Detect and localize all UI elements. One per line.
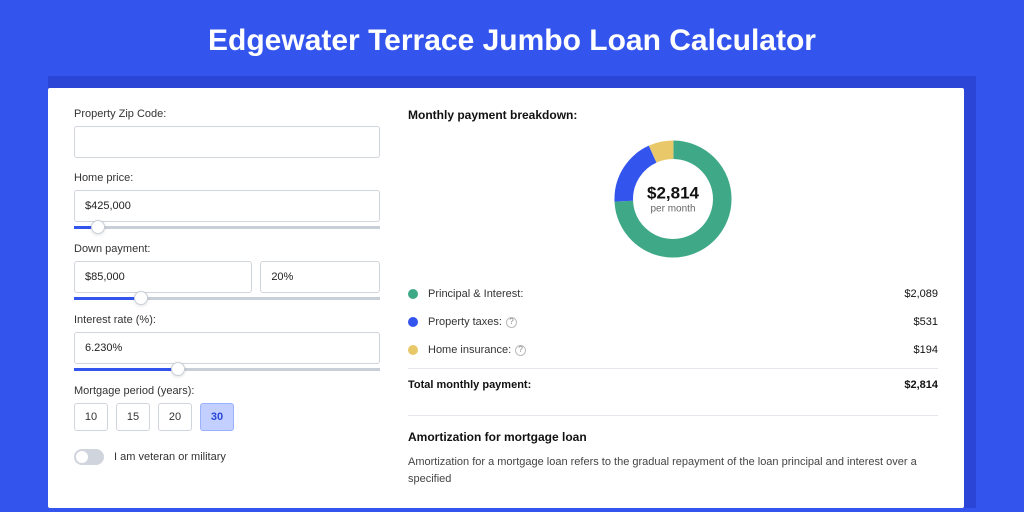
donut-center: $2,814 per month	[647, 184, 699, 215]
home-price-slider[interactable]	[74, 226, 380, 229]
home-price-label: Home price:	[74, 172, 380, 184]
down-payment-group: Down payment:	[74, 243, 380, 300]
interest-label: Interest rate (%):	[74, 314, 380, 326]
card-shadow: Property Zip Code: Home price: Down paym…	[48, 76, 976, 508]
donut-chart: $2,814 per month	[408, 134, 938, 264]
breakdown-row-insurance: Home insurance: ? $194	[408, 336, 938, 364]
breakdown-value: $531	[914, 316, 938, 328]
total-value: $2,814	[904, 379, 938, 391]
down-payment-slider-thumb[interactable]	[134, 291, 148, 305]
interest-group: Interest rate (%):	[74, 314, 380, 371]
period-group: Mortgage period (years): 10 15 20 30	[74, 385, 380, 431]
dot-icon	[408, 289, 418, 299]
donut-amount: $2,814	[647, 184, 699, 204]
period-option-10[interactable]: 10	[74, 403, 108, 431]
period-label: Mortgage period (years):	[74, 385, 380, 397]
period-option-15[interactable]: 15	[116, 403, 150, 431]
dot-icon	[408, 317, 418, 327]
info-icon[interactable]: ?	[515, 345, 526, 356]
breakdown-row-taxes: Property taxes: ? $531	[408, 308, 938, 336]
breakdown-label: Principal & Interest:	[428, 288, 904, 300]
interest-input[interactable]	[74, 332, 380, 364]
zip-label: Property Zip Code:	[74, 108, 380, 120]
interest-slider-thumb[interactable]	[171, 362, 185, 376]
home-price-input[interactable]	[74, 190, 380, 222]
amortization-text: Amortization for a mortgage loan refers …	[408, 454, 938, 487]
interest-slider[interactable]	[74, 368, 380, 371]
home-price-group: Home price:	[74, 172, 380, 229]
down-payment-amount-input[interactable]	[74, 261, 252, 293]
down-payment-percent-input[interactable]	[260, 261, 380, 293]
zip-input[interactable]	[74, 126, 380, 158]
period-option-20[interactable]: 20	[158, 403, 192, 431]
down-payment-label: Down payment:	[74, 243, 380, 255]
breakdown-title: Monthly payment breakdown:	[408, 108, 938, 122]
down-payment-slider[interactable]	[74, 297, 380, 300]
amortization-section: Amortization for mortgage loan Amortizat…	[408, 415, 938, 487]
calculator-card: Property Zip Code: Home price: Down paym…	[48, 88, 964, 508]
breakdown-row-principal: Principal & Interest: $2,089	[408, 280, 938, 308]
form-panel: Property Zip Code: Home price: Down paym…	[48, 88, 398, 508]
period-options: 10 15 20 30	[74, 403, 380, 431]
breakdown-value: $2,089	[904, 288, 938, 300]
veteran-toggle-knob	[76, 451, 88, 463]
breakdown-label: Property taxes: ?	[428, 316, 914, 328]
page-title: Edgewater Terrace Jumbo Loan Calculator	[0, 0, 1024, 76]
amortization-title: Amortization for mortgage loan	[408, 430, 938, 444]
total-label: Total monthly payment:	[408, 379, 904, 391]
breakdown-value: $194	[914, 344, 938, 356]
veteran-toggle[interactable]	[74, 449, 104, 465]
dot-icon	[408, 345, 418, 355]
veteran-label: I am veteran or military	[114, 451, 226, 463]
donut-sub: per month	[647, 204, 699, 215]
veteran-row: I am veteran or military	[74, 449, 380, 465]
period-option-30[interactable]: 30	[200, 403, 234, 431]
breakdown-label: Home insurance: ?	[428, 344, 914, 356]
breakdown-total-row: Total monthly payment: $2,814	[408, 368, 938, 401]
info-icon[interactable]: ?	[506, 317, 517, 328]
breakdown-panel: Monthly payment breakdown: $2,814 per mo…	[398, 88, 964, 508]
home-price-slider-thumb[interactable]	[91, 220, 105, 234]
zip-group: Property Zip Code:	[74, 108, 380, 158]
